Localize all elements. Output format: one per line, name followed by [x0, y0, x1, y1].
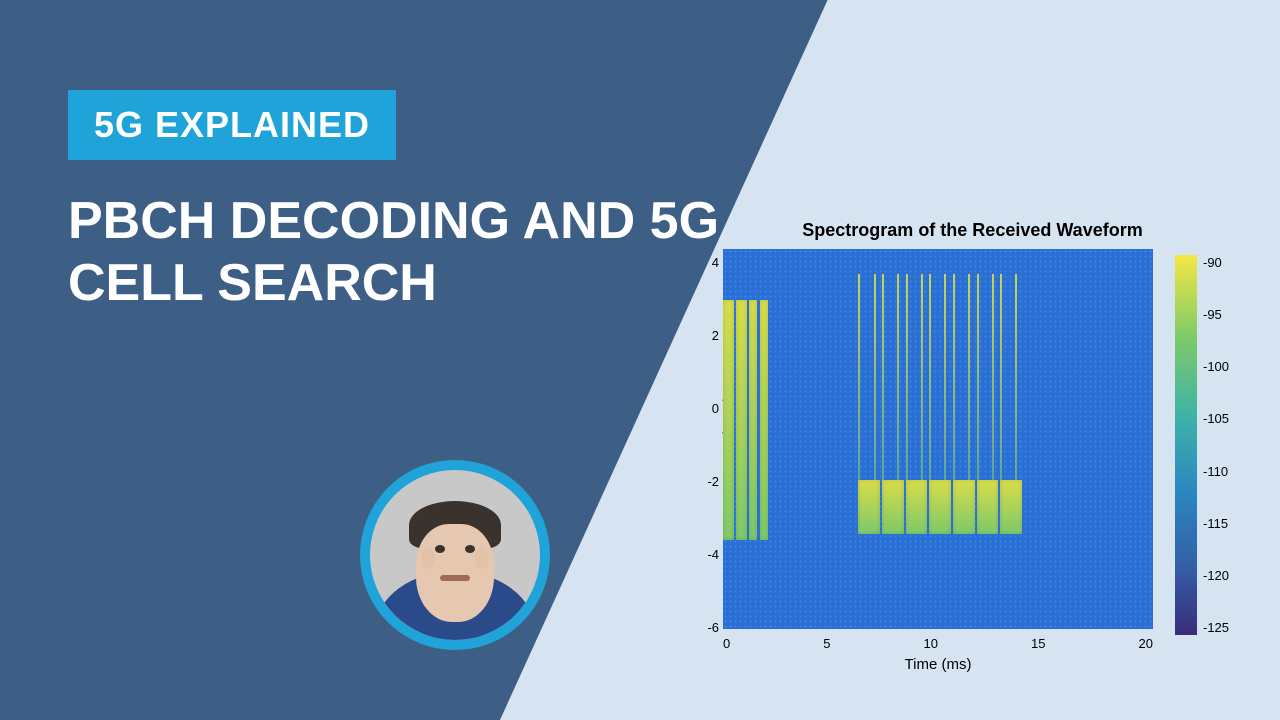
signal-block	[906, 480, 928, 534]
ytick: -2	[695, 474, 719, 489]
ytick: 2	[695, 328, 719, 343]
xtick: 10	[924, 636, 938, 651]
colorbar-tick: -90	[1203, 255, 1229, 270]
ytick: -4	[695, 547, 719, 562]
avatar-eye-left	[435, 545, 445, 553]
xtick: 5	[823, 636, 830, 651]
signal-line	[874, 274, 876, 480]
xtick: 15	[1031, 636, 1045, 651]
signal-line	[906, 274, 908, 480]
signal-line	[858, 274, 860, 480]
video-title: PBCH DECODING AND 5G CELL SEARCH	[68, 190, 768, 315]
noise-texture	[723, 249, 1153, 629]
series-badge: 5G EXPLAINED	[68, 90, 396, 160]
colorbar-tick: -115	[1203, 516, 1229, 531]
signal-line	[992, 274, 994, 480]
colorbar-tick: -100	[1203, 359, 1229, 374]
colorbar	[1175, 255, 1197, 635]
signal-line	[944, 274, 946, 480]
signal-block	[736, 300, 747, 541]
avatar-ear-right	[475, 547, 489, 569]
signal-line	[882, 274, 884, 480]
colorbar-wrap: -90 -95 -100 -105 -110 -115 -120 -125	[1175, 255, 1229, 635]
avatar-ear-left	[421, 547, 435, 569]
colorbar-tick: -110	[1203, 464, 1229, 479]
colorbar-tick: -105	[1203, 411, 1229, 426]
signal-line	[953, 274, 955, 480]
signal-block	[723, 300, 734, 541]
spectrogram-chart: Spectrogram of the Received Waveform Fre…	[695, 220, 1250, 660]
signal-block	[749, 300, 758, 541]
x-axis-ticks: 0 5 10 15 20	[723, 636, 1153, 651]
colorbar-tick: -95	[1203, 307, 1229, 322]
signal-line	[929, 274, 931, 480]
signal-line	[1000, 274, 1002, 480]
xtick: 0	[723, 636, 730, 651]
presenter-avatar	[360, 460, 550, 650]
signal-block	[929, 480, 951, 534]
avatar-face	[416, 524, 494, 622]
ytick: 0	[695, 401, 719, 416]
colorbar-tick: -125	[1203, 620, 1229, 635]
signal-block	[953, 480, 975, 534]
avatar-mouth	[440, 575, 470, 581]
signal-line	[921, 274, 923, 480]
signal-block	[882, 480, 904, 534]
signal-block	[760, 300, 769, 541]
signal-line	[968, 274, 970, 480]
signal-block	[1000, 480, 1022, 534]
signal-line	[897, 274, 899, 480]
colorbar-ticks: -90 -95 -100 -105 -110 -115 -120 -125	[1197, 255, 1229, 635]
signal-line	[977, 274, 979, 480]
plot-wrap: Frequency (MHz) 420-2-4-6 -90-95-100-105…	[695, 249, 1250, 659]
chart-title: Spectrogram of the Received Waveform	[695, 220, 1250, 241]
spectrogram-plot	[723, 249, 1153, 629]
colorbar-tick: -120	[1203, 568, 1229, 583]
signal-block	[977, 480, 999, 534]
signal-block	[858, 480, 880, 534]
x-axis-label: Time (ms)	[723, 656, 1153, 673]
xtick: 20	[1139, 636, 1153, 651]
ytick: -6	[695, 620, 719, 635]
signal-line	[1015, 274, 1017, 480]
